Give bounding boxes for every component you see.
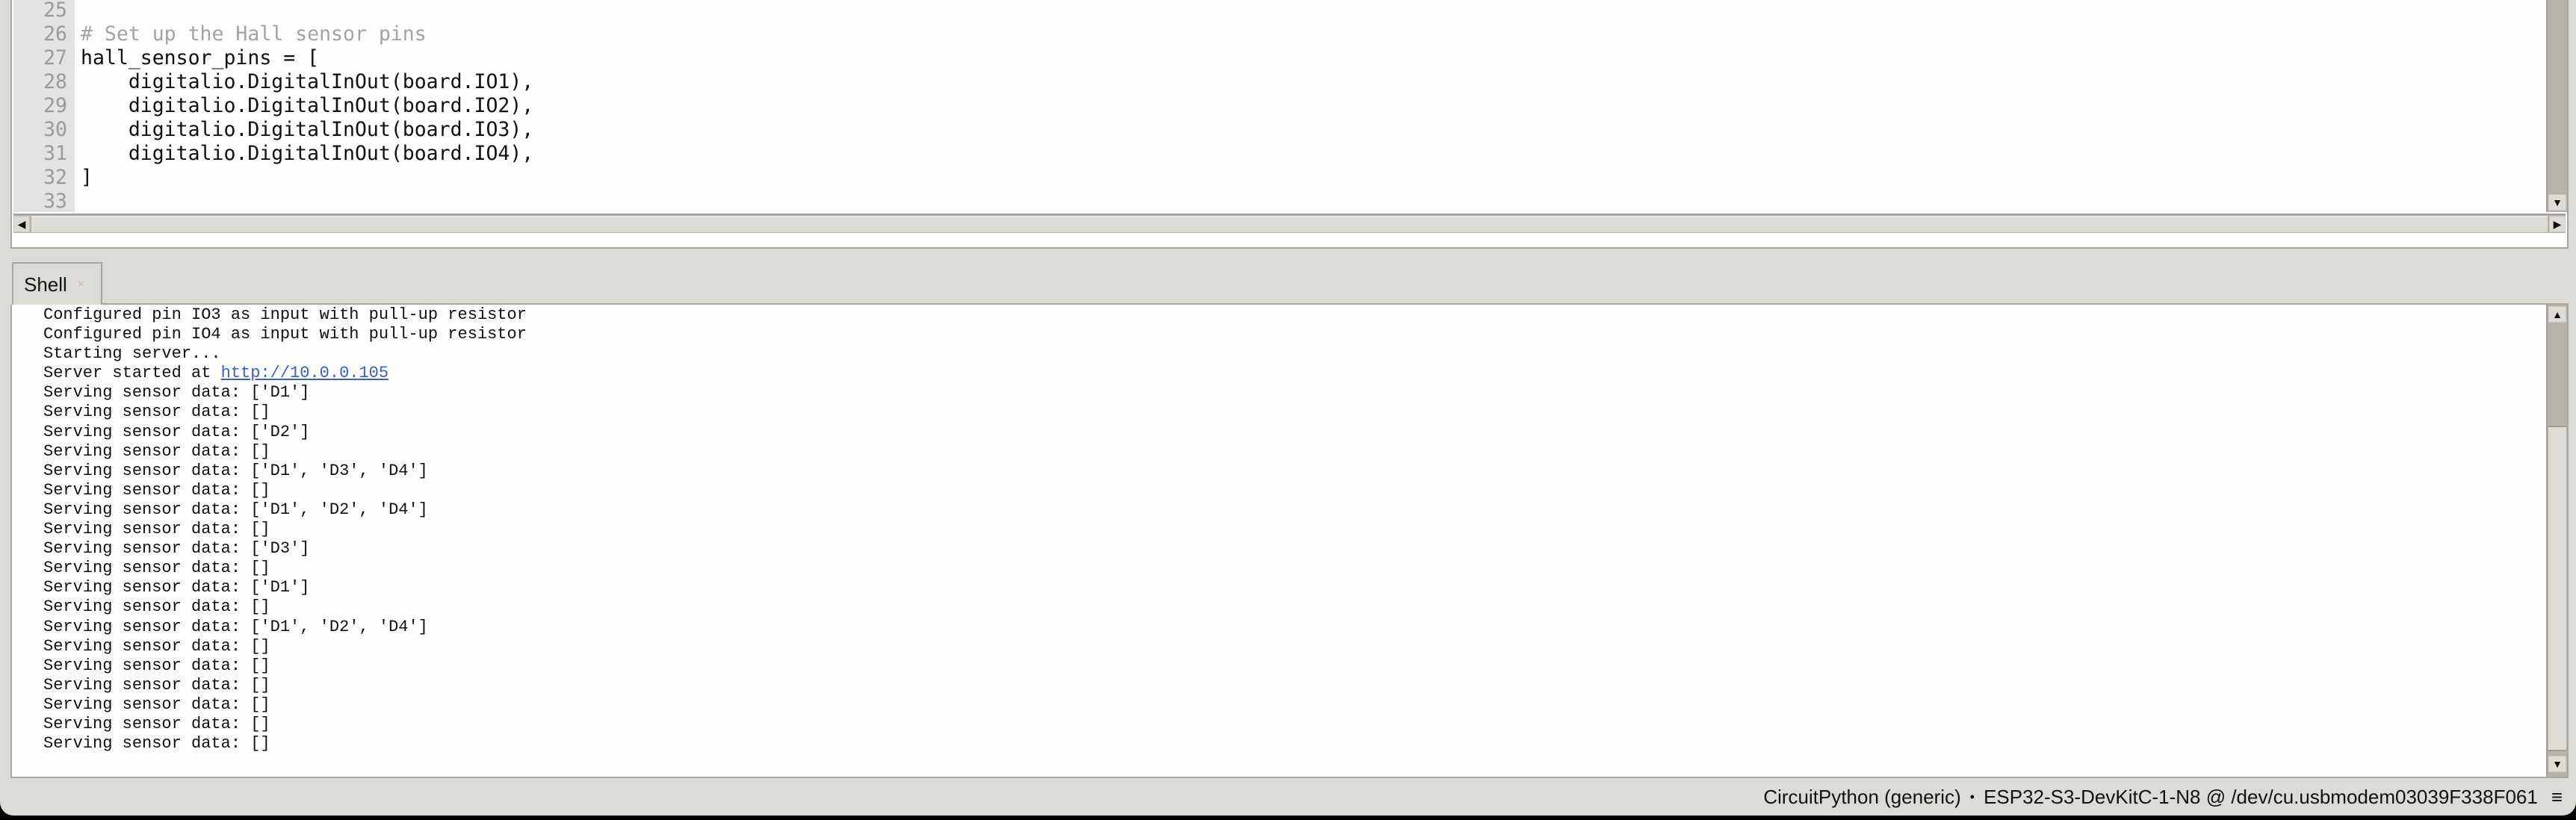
close-icon[interactable]: × xyxy=(78,278,84,291)
code-editor[interactable]: 25262728293031323334 # Set up the Hall s… xyxy=(10,0,2569,249)
shell-output-line: Serving sensor data: [] xyxy=(43,520,2542,539)
scroll-left-arrow-icon[interactable]: ◀ xyxy=(13,216,30,232)
shell-line-text: Configured pin IO3 as input with pull-up… xyxy=(43,305,527,324)
shell-vertical-scrollbar[interactable]: ▲ ▼ xyxy=(2546,305,2567,777)
shell-output-line: Serving sensor data: [] xyxy=(43,597,2542,617)
shell-output-line: Serving sensor data: ['D2'] xyxy=(43,423,2542,442)
shell-line-text: Serving sensor data: ['D1'] xyxy=(43,383,310,403)
code-line[interactable]: ] xyxy=(81,166,689,190)
shell-line-text: Starting server... xyxy=(43,344,221,364)
horizontal-scroll-thumb[interactable] xyxy=(31,216,2548,232)
scroll-down-arrow-icon[interactable]: ▼ xyxy=(2548,756,2566,772)
shell-output[interactable]: Configured pin IO3 as input with pull-up… xyxy=(43,305,2542,777)
shell-output-line: Serving sensor data: ['D3'] xyxy=(43,539,2542,559)
shell-output-line: Serving sensor data: [] xyxy=(43,656,2542,676)
editor-vertical-scrollbar[interactable]: ▼ xyxy=(2546,0,2567,212)
code-text-area[interactable]: # Set up the Hall sensor pins hall_sensor… xyxy=(75,0,2545,212)
shell-line-text: Serving sensor data: [] xyxy=(43,695,270,714)
shell-output-line: Starting server... xyxy=(43,344,2542,364)
shell-line-text: Serving sensor data: [] xyxy=(43,714,270,733)
shell-line-text: Serving sensor data: [] xyxy=(43,675,270,695)
code-line[interactable]: digitalio.DigitalInOut(board.IO2), xyxy=(81,94,689,118)
shell-line-text: Configured pin IO4 as input with pull-up… xyxy=(43,325,527,344)
line-number: 27 xyxy=(43,46,67,69)
shell-output-line: Serving sensor data: [] xyxy=(43,481,2542,500)
shell-line-text: Serving sensor data: ['D1'] xyxy=(43,578,310,597)
shell-output-line: Serving sensor data: [] xyxy=(43,715,2542,734)
line-number: 32 xyxy=(43,166,67,189)
shell-line-text: Serving sensor data: ['D1', 'D2', 'D4'] xyxy=(43,617,428,636)
status-bar: CircuitPython (generic) • ESP32-S3-DevKi… xyxy=(0,780,2576,814)
editor-horizontal-scrollbar[interactable]: ◀ ▶ xyxy=(13,214,2566,233)
shell-line-text: Serving sensor data: [] xyxy=(43,520,270,539)
shell-console[interactable]: Configured pin IO3 as input with pull-up… xyxy=(10,305,2569,778)
line-number: 31 xyxy=(43,142,67,165)
tab-shell-label: Shell xyxy=(24,273,67,296)
hamburger-menu-icon[interactable]: ≡ xyxy=(2551,786,2563,809)
shell-line-text: Serving sensor data: [] xyxy=(43,480,270,500)
shell-line-text: Serving sensor data: [] xyxy=(43,734,270,754)
shell-line-text: Serving sensor data: [] xyxy=(43,636,270,656)
shell-line-text: Serving sensor data: [] xyxy=(43,656,270,675)
shell-line-text: Serving sensor data: ['D3'] xyxy=(43,539,310,559)
line-number-gutter: 25262728293031323334 xyxy=(13,0,75,212)
line-number: 29 xyxy=(43,94,67,117)
shell-line-text: Serving sensor data: ['D1', 'D3', 'D4'] xyxy=(43,461,428,480)
shell-output-line: Serving sensor data: [] xyxy=(43,695,2542,715)
shell-output-line: Serving sensor data: [] xyxy=(43,559,2542,578)
shell-output-line: Configured pin IO3 as input with pull-up… xyxy=(43,305,2542,325)
code-line[interactable] xyxy=(81,0,689,22)
shell-line-text: Serving sensor data: ['D1', 'D2', 'D4'] xyxy=(43,500,428,519)
shell-output-line: Serving sensor data: ['D1', 'D2', 'D4'] xyxy=(43,618,2542,637)
shell-output-line: Serving sensor data: [] xyxy=(43,442,2542,462)
code-line[interactable]: digitalio.DigitalInOut(board.IO3), xyxy=(81,118,689,142)
shell-output-line: Serving sensor data: ['D1', 'D2', 'D4'] xyxy=(43,500,2542,520)
shell-output-line: Serving sensor data: [] xyxy=(43,734,2542,754)
line-number: 26 xyxy=(43,22,67,46)
code-line[interactable] xyxy=(81,190,689,212)
shell-output-line: Serving sensor data: ['D1'] xyxy=(43,383,2542,403)
shell-line-text: Server started at xyxy=(43,364,221,383)
code-line[interactable]: digitalio.DigitalInOut(board.IO1), xyxy=(81,70,689,94)
scroll-down-arrow-icon[interactable]: ▼ xyxy=(2548,194,2566,211)
interpreter-selector[interactable]: CircuitPython (generic) xyxy=(1763,786,1960,809)
shell-scroll-thumb[interactable] xyxy=(2548,426,2566,751)
shell-line-text: Serving sensor data: [] xyxy=(43,403,270,422)
line-number: 25 xyxy=(43,0,67,22)
status-separator: • xyxy=(1969,789,1975,804)
server-url-link[interactable]: http://10.0.0.105 xyxy=(221,364,388,382)
shell-output-line: Serving sensor data: [] xyxy=(43,676,2542,695)
code-line[interactable]: # Set up the Hall sensor pins xyxy=(81,22,689,46)
shell-line-text: Serving sensor data: [] xyxy=(43,597,270,617)
shell-output-line: Serving sensor data: ['D1', 'D3', 'D4'] xyxy=(43,462,2542,481)
shell-output-line: Serving sensor data: [] xyxy=(43,403,2542,422)
line-number: 28 xyxy=(43,70,67,93)
shell-line-text: Serving sensor data: [] xyxy=(43,441,270,461)
shell-output-line: Serving sensor data: ['D1'] xyxy=(43,578,2542,597)
tab-shell[interactable]: Shell × xyxy=(12,262,102,305)
code-line[interactable]: digitalio.DigitalInOut(board.IO4), xyxy=(81,142,689,166)
shell-line-text: Serving sensor data: [] xyxy=(43,559,270,578)
shell-output-line: Server started at http://10.0.0.105 xyxy=(43,364,2542,383)
scroll-up-arrow-icon[interactable]: ▲ xyxy=(2548,306,2566,323)
shell-output-line: Configured pin IO4 as input with pull-up… xyxy=(43,325,2542,344)
code-line[interactable]: hall_sensor_pins = [ xyxy=(81,46,689,70)
shell-output-line: Serving sensor data: [] xyxy=(43,637,2542,656)
line-number: 30 xyxy=(43,118,67,141)
scroll-right-arrow-icon[interactable]: ▶ xyxy=(2549,216,2566,232)
device-port-label[interactable]: ESP32-S3-DevKitC-1-N8 @ /dev/cu.usbmodem… xyxy=(1984,786,2538,809)
shell-line-text: Serving sensor data: ['D2'] xyxy=(43,422,310,441)
line-number: 33 xyxy=(43,190,67,212)
ide-window: 25262728293031323334 # Set up the Hall s… xyxy=(0,0,2576,816)
